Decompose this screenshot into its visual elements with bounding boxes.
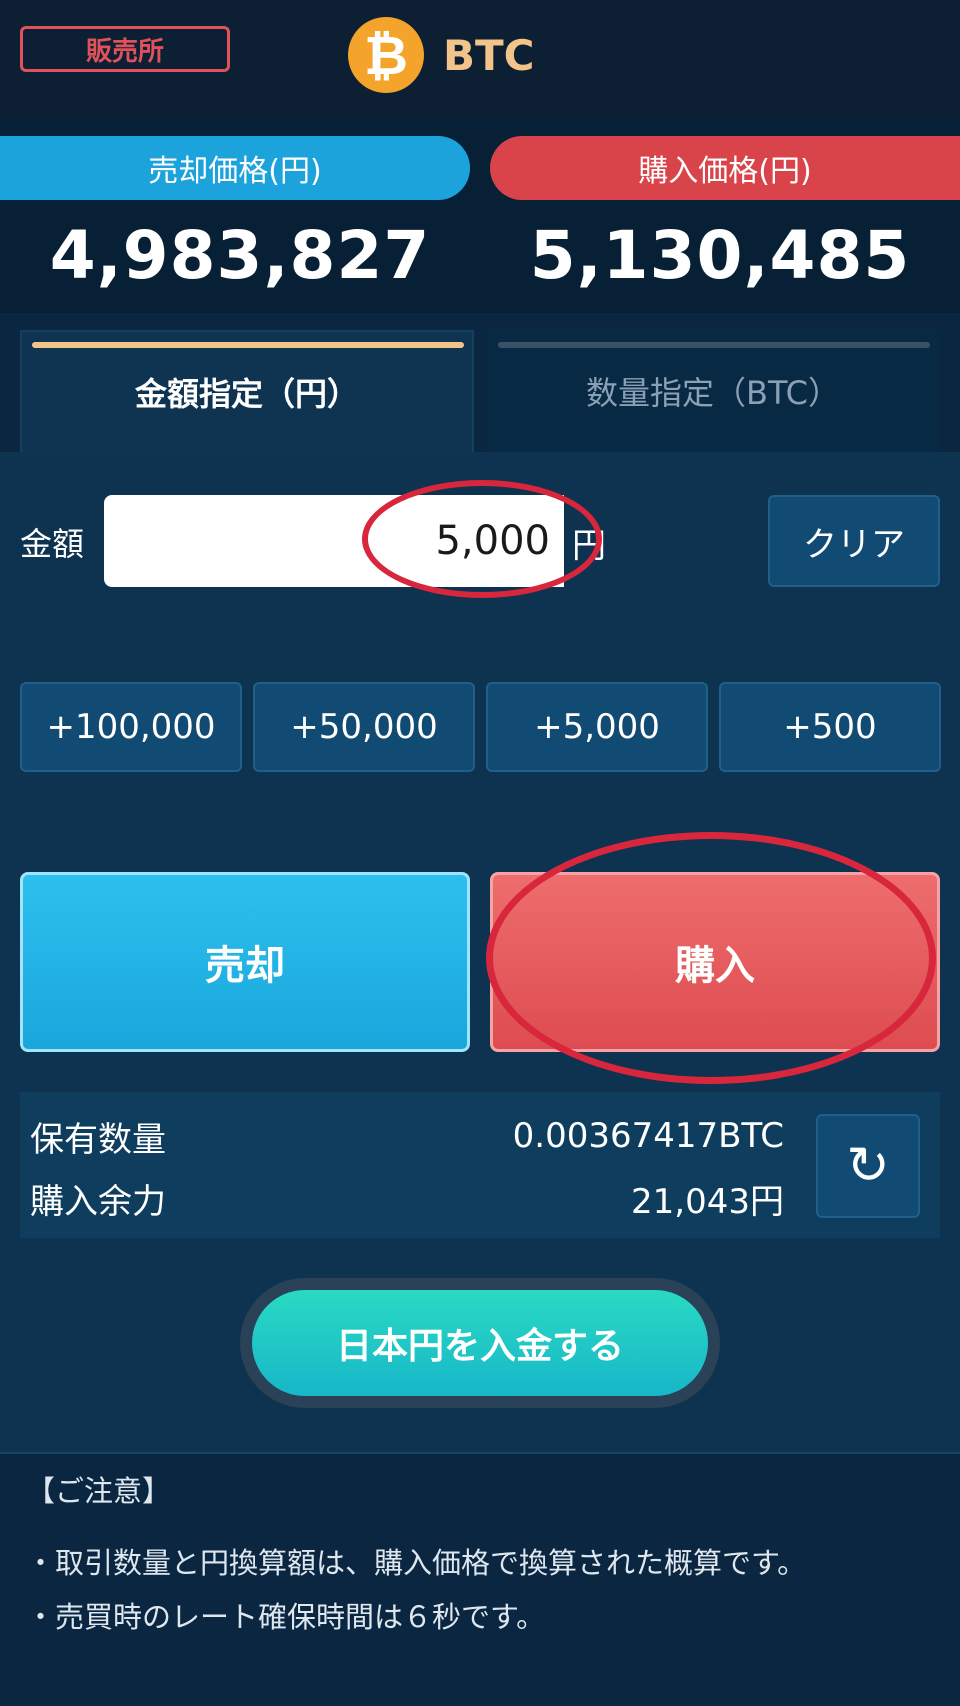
coin-name: BTC (443, 30, 535, 80)
note-item: ・売買時のレート確保時間は６秒です。 (26, 1600, 546, 1634)
purchasing-power-value: 21,043円 (631, 1181, 784, 1222)
tab-amount[interactable]: 金額指定（円） (20, 330, 474, 452)
refresh-button[interactable]: ↻ (816, 1114, 920, 1218)
sell-button[interactable]: 売却 (20, 872, 470, 1052)
increment-button-100000[interactable]: +100,000 (20, 682, 242, 772)
buy-price-label: 購入価格(円) (490, 136, 960, 200)
tab-indicator-inactive (498, 342, 930, 348)
tab-indicator-active (32, 342, 464, 348)
refresh-icon: ↻ (846, 1136, 890, 1196)
purchasing-power-label: 購入余力 (30, 1181, 166, 1222)
notes-title: 【ご注意】 (26, 1474, 172, 1508)
increment-button-50000[interactable]: +50,000 (253, 682, 475, 772)
buy-price-value: 5,130,485 (529, 216, 911, 294)
note-item: ・取引数量と円換算額は、購入価格で換算された概算です。 (26, 1546, 807, 1580)
exchange-type-badge: 販売所 (20, 26, 230, 72)
clear-button[interactable]: クリア (768, 495, 940, 587)
holdings-quantity-value: 0.00367417BTC (512, 1116, 784, 1156)
increment-button-500[interactable]: +500 (719, 682, 941, 772)
holdings-quantity-label: 保有数量 (30, 1119, 166, 1160)
highlight-circle-amount (362, 480, 602, 598)
bitcoin-icon: ₿ (348, 17, 424, 93)
sell-price-value: 4,983,827 (49, 216, 431, 294)
sell-price-label: 売却価格(円) (0, 136, 470, 200)
highlight-circle-buy (486, 832, 936, 1084)
increment-button-5000[interactable]: +5,000 (486, 682, 708, 772)
deposit-yen-button[interactable]: 日本円を入金する (252, 1290, 708, 1396)
amount-label: 金額 (20, 525, 85, 563)
tab-quantity[interactable]: 数量指定（BTC） (486, 330, 940, 452)
